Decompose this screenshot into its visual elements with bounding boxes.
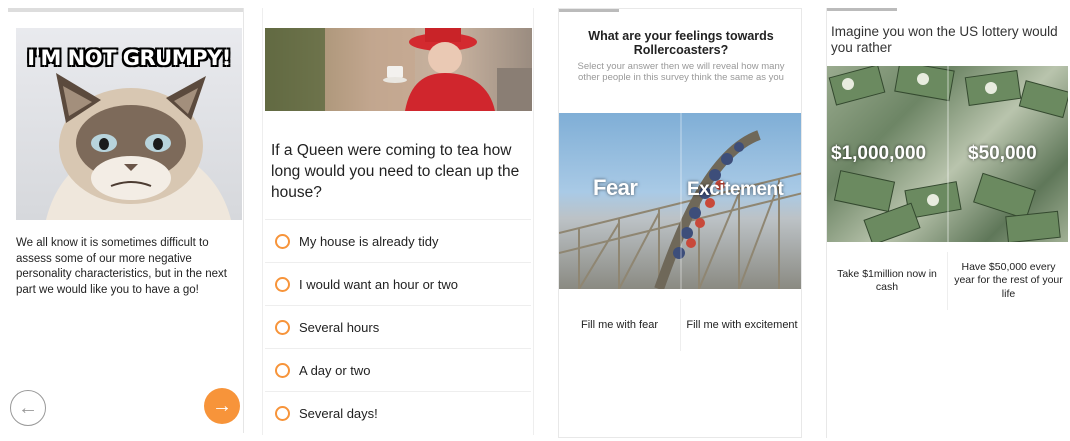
money-stacks-image: $1,000,000 $50,000 [827, 66, 1068, 242]
lump-sum-choice-button[interactable]: Take $1million now in cash [827, 252, 948, 310]
annual-payment-choice-button[interactable]: Have $50,000 every year for the rest of … [948, 252, 1068, 310]
excitement-overlay-label: Excitement [687, 179, 784, 200]
answer-label: Several hours [299, 319, 380, 335]
answer-label: A day or two [299, 362, 371, 378]
excitement-choice-button[interactable]: Fill me with excitement [681, 299, 801, 351]
grumpy-cat-image: I'M NOT GRUMPY! [16, 28, 242, 220]
question-subtitle: Select your answer then we will reveal h… [577, 61, 785, 83]
answer-label: My house is already tidy [299, 233, 439, 249]
queen-tea-photo [265, 28, 532, 111]
radio-icon[interactable] [275, 233, 290, 249]
queen-illustration [265, 28, 532, 111]
radio-icon[interactable] [275, 362, 290, 378]
fifty-thousand-amount-label: $50,000 [968, 143, 1037, 164]
radio-icon[interactable] [275, 276, 290, 292]
answer-option[interactable]: Several hours [265, 305, 531, 348]
million-amount-label: $1,000,000 [831, 143, 927, 164]
intro-screen: I'M NOT GRUMPY! We all know it is someti… [8, 8, 244, 433]
next-button[interactable]: → [204, 388, 240, 424]
progress-bar [559, 9, 619, 12]
rollercoaster-illustration [559, 113, 801, 289]
question-screen: If a Queen were coming to tea how long w… [262, 8, 534, 435]
question-text: Imagine you won the US lottery would you… [831, 24, 1058, 55]
progress-bar [827, 8, 897, 11]
question-text: If a Queen were coming to tea how long w… [271, 142, 520, 201]
intro-text: We all know it is sometimes difficult to… [16, 237, 227, 296]
answer-label: Several days! [299, 405, 378, 421]
cat-illustration [46, 73, 231, 220]
answer-option[interactable]: My house is already tidy [265, 219, 531, 262]
radio-icon[interactable] [275, 319, 290, 335]
radio-icon[interactable] [275, 405, 290, 421]
progress-bar [8, 8, 243, 12]
arrow-left-icon: ← [18, 396, 38, 419]
arrow-right-icon: → [212, 394, 232, 417]
answer-label: I would want an hour or two [299, 276, 458, 292]
back-button[interactable]: ← [10, 390, 46, 426]
answer-option[interactable]: A day or two [265, 348, 531, 391]
fear-overlay-label: Fear [593, 175, 638, 200]
answer-option[interactable]: Several days! [265, 391, 531, 434]
rollercoaster-screen: What are your feelings towards Rollercoa… [558, 8, 802, 438]
fear-choice-button[interactable]: Fill me with fear [559, 299, 681, 351]
lottery-screen: Imagine you won the US lottery would you… [826, 8, 1068, 438]
rollercoaster-image: Fear Excitement [559, 113, 801, 289]
question-title: What are your feelings towards Rollercoa… [588, 29, 774, 57]
answer-option[interactable]: I would want an hour or two [265, 262, 531, 305]
